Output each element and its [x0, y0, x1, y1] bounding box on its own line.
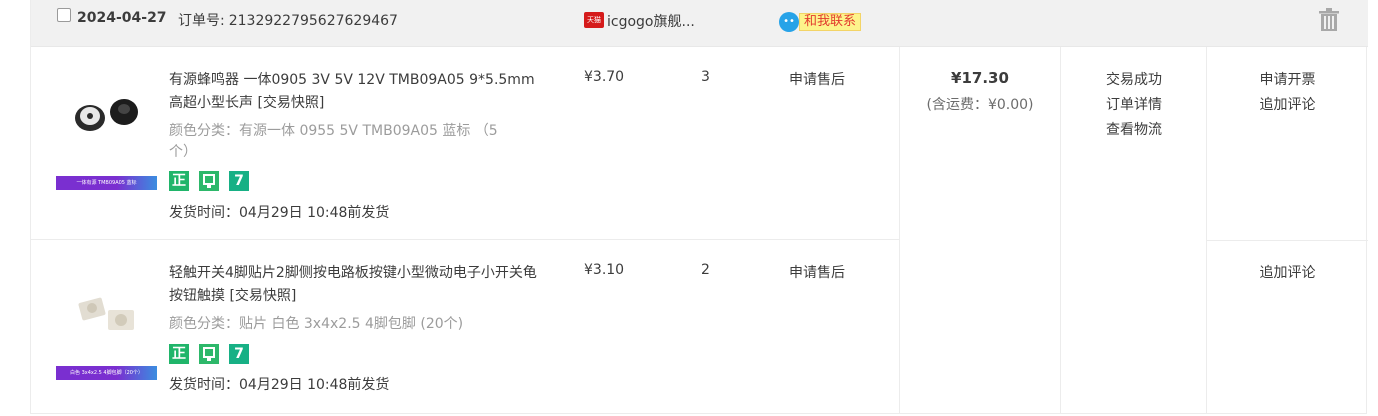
shop-name-link[interactable]: icgogo旗舰... [607, 11, 695, 31]
unit-price: ¥3.70 [584, 69, 625, 85]
order-card: 2024-04-27 订单号: 2132922795627629467 天猫 ic… [30, 0, 1368, 414]
ship-time: 发货时间：04月29日 10:48前发货 [169, 205, 390, 221]
order-item-row: 白色 3x4x2.5 4脚包脚（20个） 轻触开关4脚贴片2脚侧按电路板按键小型… [31, 240, 899, 414]
unit-price: ¥3.10 [584, 262, 625, 278]
contact-icon: •• [779, 12, 799, 32]
order-number-value: 2132922795627629467 [228, 13, 398, 29]
seven-day-return-badge-icon[interactable]: 7 [229, 344, 249, 364]
product-title-link[interactable]: 有源蜂鸣器 一体0905 3V 5V 12V TMB09A05 9*5.5mm … [169, 69, 539, 115]
add-review-link[interactable]: 追加评论 [1207, 262, 1368, 282]
genuine-badge-icon[interactable]: 正 [169, 344, 189, 364]
order-ops-cell: 申请开票 追加评论 追加评论 [1207, 47, 1368, 414]
order-status-cell: 交易成功 订单详情 查看物流 [1061, 47, 1207, 414]
product-thumbnail[interactable]: 一体有源 TMB09A05 蓝标 [56, 72, 157, 190]
seven-day-return-badge-icon[interactable]: 7 [229, 171, 249, 191]
product-title-link[interactable]: 轻触开关4脚贴片2脚侧按电路板按键小型微动电子小开关龟按钮触摸 [交易快照] [169, 262, 539, 308]
order-date: 2024-04-27 [77, 10, 167, 26]
guarantee-badge-icon[interactable] [199, 171, 219, 191]
order-number-label: 订单号: [178, 13, 225, 29]
ops-divider [1207, 240, 1368, 241]
contact-seller-label: 和我联系 [799, 13, 861, 31]
order-checkbox[interactable] [57, 8, 71, 22]
thumbnail-caption: 一体有源 TMB09A05 蓝标 [56, 176, 157, 190]
order-number: 订单号: 2132922795627629467 [178, 10, 398, 30]
thumbnail-caption: 白色 3x4x2.5 4脚包脚（20个） [56, 366, 157, 380]
add-review-link[interactable]: 追加评论 [1207, 94, 1368, 114]
product-spec: 颜色分类：贴片 白色 3x4x2.5 4脚包脚 (20个) [169, 316, 464, 332]
quantity: 3 [701, 69, 710, 85]
genuine-badge-icon[interactable]: 正 [169, 171, 189, 191]
tmall-icon: 天猫 [584, 12, 604, 28]
trash-icon[interactable] [1318, 8, 1340, 32]
order-header: 2024-04-27 订单号: 2132922795627629467 天猫 ic… [31, 0, 1368, 47]
product-spec: 颜色分类：有源一体 0955 5V TMB09A05 蓝标 （5个） [169, 123, 498, 160]
order-total-cell: ¥17.30 (含运费：¥0.00) [899, 47, 1061, 414]
after-sale-link[interactable]: 申请售后 [789, 262, 845, 282]
quantity: 2 [701, 262, 710, 278]
trade-status: 交易成功 [1106, 72, 1162, 88]
ship-time: 发货时间：04月29日 10:48前发货 [169, 377, 390, 393]
view-logistics-link[interactable]: 查看物流 [1061, 119, 1207, 139]
order-detail-link[interactable]: 订单详情 [1061, 94, 1207, 114]
guarantee-badge-icon[interactable] [199, 344, 219, 364]
order-total: ¥17.30 [951, 69, 1009, 87]
product-thumbnail[interactable]: 白色 3x4x2.5 4脚包脚（20个） [56, 262, 157, 380]
shipping-fee-note: (含运费：¥0.00) [926, 97, 1034, 113]
order-item-row: 一体有源 TMB09A05 蓝标 有源蜂鸣器 一体0905 3V 5V 12V … [31, 47, 899, 240]
request-invoice-link[interactable]: 申请开票 [1207, 69, 1368, 89]
after-sale-link[interactable]: 申请售后 [789, 69, 845, 89]
